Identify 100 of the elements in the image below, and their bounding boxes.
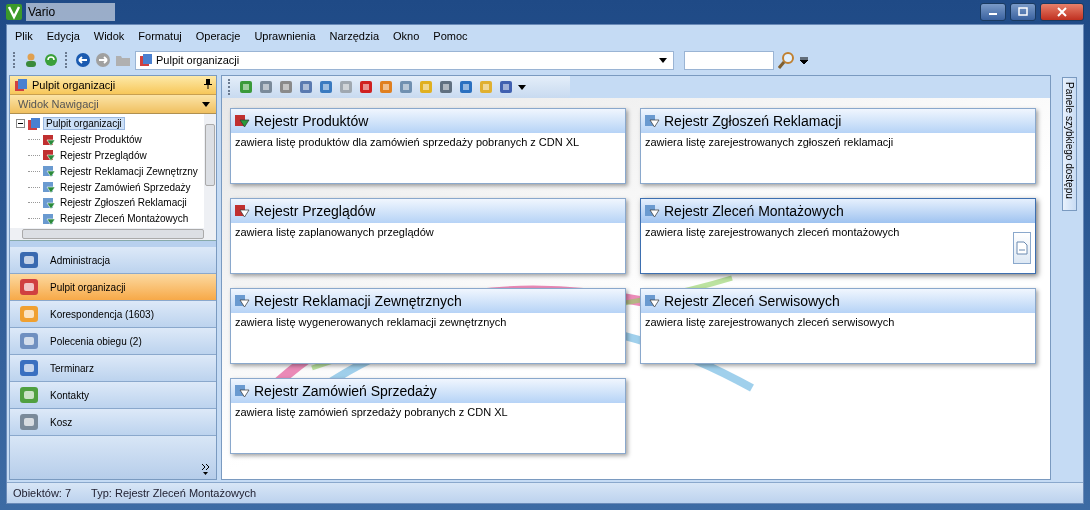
vertical-scrollbar[interactable] [204, 114, 216, 228]
register-icon [644, 294, 660, 308]
menu-item[interactable]: Operacje [195, 30, 241, 42]
tree-item[interactable]: Rejestr Produktów [58, 134, 144, 146]
register-icon [42, 132, 56, 147]
organizer-icon [14, 78, 28, 92]
maximize-icon [1018, 7, 1028, 17]
nav-item[interactable]: Korespondencja (1603) [10, 301, 216, 328]
view-selector[interactable]: Widok Nawigacji [10, 95, 216, 114]
close-button[interactable] [1040, 3, 1084, 21]
toolbar-icon[interactable] [398, 79, 414, 95]
address-field[interactable]: Pulpit organizacji [135, 50, 674, 70]
toolbar-icon[interactable] [278, 79, 294, 95]
tree-item[interactable]: Rejestr Przeglądów [58, 150, 149, 161]
minimize-button[interactable] [980, 3, 1006, 21]
back-icon[interactable] [75, 52, 91, 68]
toolbar-icon[interactable] [438, 79, 454, 95]
card-title: Rejestr Zleceń Serwisowych [664, 293, 840, 309]
organizer-icon [27, 116, 41, 131]
user-icon[interactable] [23, 52, 39, 68]
nav-item[interactable]: Kontakty [10, 382, 216, 409]
nav-item[interactable]: Terminarz [10, 355, 216, 382]
card-description: zawiera listę wygenerowanych reklamacji zewnętrznych [235, 316, 508, 330]
search-icon[interactable] [778, 51, 796, 69]
refresh-icon[interactable] [43, 52, 59, 68]
register-card[interactable]: Rejestr Zamówień Sprzedaży zawiera listę zamówień sprzedaży pobranych z CDN XL [230, 378, 626, 454]
side-panel-tab[interactable]: Panele szybkiego dostępu [1061, 77, 1077, 211]
tree-item[interactable]: Rejestr Zgłoszeń Reklamacji [58, 197, 189, 209]
toolbar-icon[interactable] [498, 79, 514, 95]
toolbar-icon[interactable] [378, 79, 394, 95]
nav-item[interactable]: Pulpit organizacji [10, 274, 216, 301]
nav-item[interactable]: Kosz [10, 409, 216, 436]
window-title: Vario [26, 3, 116, 21]
card-description: zawiera listę zaplanowanych przeglądów [235, 226, 435, 240]
nav-item-icon [18, 411, 40, 433]
nav-item-icon [18, 303, 40, 325]
document-icon [1016, 241, 1028, 255]
register-icon [42, 164, 56, 179]
register-card[interactable]: Rejestr Reklamacji Zewnętrznych zawiera listę wygenerowanych reklamacji zewnętrznych [230, 288, 626, 364]
card-description: zawiera listę zarejestrowanych zleceń montażowych [645, 226, 901, 240]
expand-chevron-icon[interactable] [201, 463, 210, 475]
register-icon [234, 204, 250, 218]
card-title: Rejestr Przeglądów [254, 203, 376, 219]
register-icon [644, 114, 660, 128]
menu-item[interactable]: Pomoc [433, 30, 468, 42]
status-text: Obiektów: 7 [13, 487, 72, 499]
search-field[interactable] [684, 50, 774, 70]
card-title: Rejestr Zgłoszeń Reklamacji [664, 113, 842, 129]
horizontal-scrollbar[interactable] [10, 228, 216, 240]
register-card[interactable]: Rejestr Zleceń Serwisowych zawiera listę zarejestrowanych zleceń serwisowych [640, 288, 1036, 364]
card-title: Rejestr Reklamacji Zewnętrznych [254, 293, 462, 309]
menu-item[interactable]: Uprawnienia [254, 30, 316, 42]
dropdown-arrow-icon[interactable] [659, 57, 667, 63]
maximize-button[interactable] [1010, 3, 1036, 21]
collapse-toggle-icon[interactable] [16, 119, 25, 129]
toolbar-icon[interactable] [358, 79, 374, 95]
register-card[interactable]: Rejestr Zleceń Montażowych zawiera listę zarejestrowanych zleceń montażowych [640, 198, 1036, 274]
menu-item[interactable]: Edycja [46, 30, 80, 42]
nav-item-icon [18, 357, 40, 379]
card-title: Rejestr Zamówień Sprzedaży [254, 383, 437, 399]
toolbar-icon[interactable] [318, 79, 334, 95]
register-icon [42, 211, 56, 226]
toolbar-icon[interactable] [298, 79, 314, 95]
menu-item[interactable]: Formatuj [138, 30, 182, 42]
nav-item-icon [18, 330, 40, 352]
status-text: Typ: Rejestr Zleceń Montażowych [91, 487, 257, 499]
toolbar-icon[interactable] [238, 79, 254, 95]
register-card[interactable]: Rejestr Przeglądów zawiera listę zaplanowanych przeglądów [230, 198, 626, 274]
nav-item[interactable]: Polecenia obiegu (2) [10, 328, 216, 355]
nav-item-icon [18, 384, 40, 406]
tree-item[interactable]: Rejestr Reklamacji Zewnętrzny [58, 165, 200, 177]
dropdown-arrow-icon[interactable] [518, 84, 526, 90]
card-title: Rejestr Produktów [254, 113, 369, 129]
register-card[interactable]: Rejestr Zgłoszeń Reklamacji zawiera listę zarejestrowanych zgłoszeń reklamacji [640, 108, 1036, 184]
app-logo-icon [6, 4, 22, 20]
menu-item[interactable]: Widok [93, 30, 125, 42]
tree-item[interactable]: Rejestr Zamówień Sprzedaży [58, 181, 193, 193]
nav-item[interactable]: Administracja [10, 247, 216, 274]
register-icon [234, 114, 250, 128]
pin-icon[interactable] [204, 79, 212, 91]
card-description: zawiera listę zarejestrowanych zleceń serwisowych [645, 316, 896, 330]
register-icon [644, 204, 660, 218]
register-icon [234, 294, 250, 308]
toolbar-icon[interactable] [258, 79, 274, 95]
register-icon [42, 148, 56, 163]
document-button[interactable] [1013, 232, 1031, 264]
register-card[interactable]: Rejestr Produktów zawiera listę produktów dla zamówień sprzedaży pobranych z CDN XL [230, 108, 626, 184]
menu-item[interactable]: Plik [15, 30, 33, 42]
register-icon [234, 384, 250, 398]
close-icon [1057, 7, 1067, 17]
overflow-icon[interactable] [800, 56, 808, 64]
splitter-handle[interactable] [10, 240, 216, 247]
tree-item[interactable]: Pulpit organizacji [43, 117, 125, 131]
tree-item[interactable]: Rejestr Zleceń Montażowych [58, 213, 191, 225]
toolbar-icon[interactable] [458, 79, 474, 95]
nav-item-icon [18, 249, 40, 271]
menu-item[interactable]: Narzędzia [329, 30, 380, 42]
dropdown-arrow-icon [202, 101, 210, 107]
panel-title: Pulpit organizacji [32, 79, 116, 91]
menu-item[interactable]: Okno [393, 30, 420, 42]
